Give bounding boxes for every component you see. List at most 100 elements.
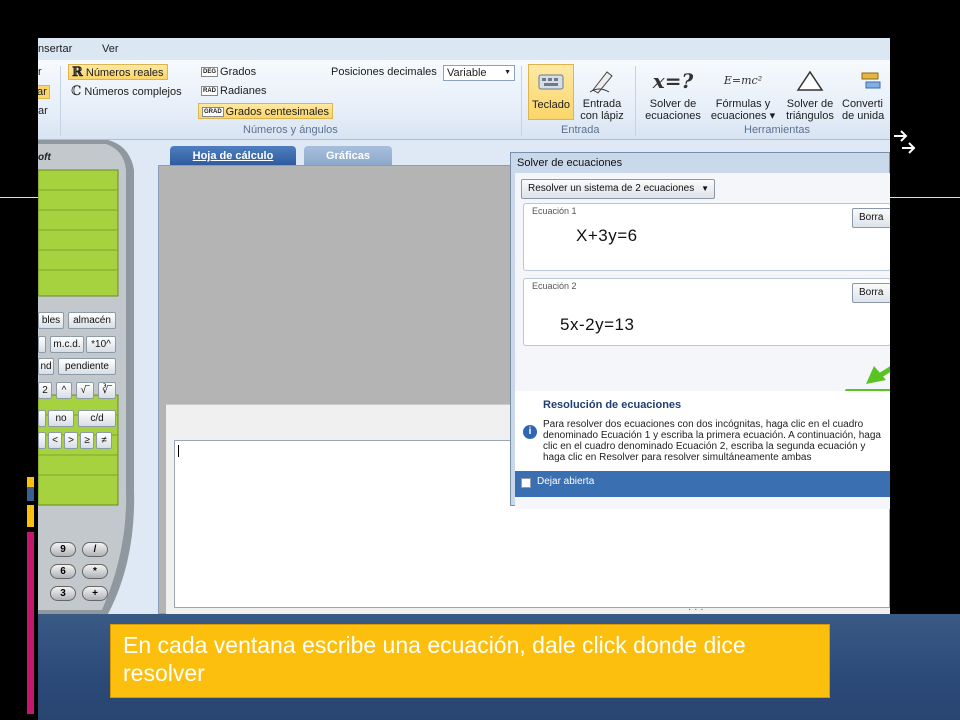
clear-equation-1-button[interactable]: Borra (852, 208, 890, 228)
dialog-footer: Dejar abierta (515, 471, 890, 497)
equation-1-box[interactable]: Ecuación 1 X+3y=6 Borra (523, 203, 890, 271)
calc-button-sqrt[interactable]: √‾ (76, 382, 94, 399)
formulas-label-line1: Fórmulas y (715, 98, 771, 110)
instruction-caption: En cada ventana escribe una ecuación, da… (110, 624, 830, 698)
equation-2-label: Ecuación 2 (532, 281, 577, 291)
calc-button-neq[interactable]: ≠ (96, 432, 112, 449)
help-title: Resolución de ecuaciones (543, 399, 682, 411)
calc-button-power[interactable]: ^ (56, 382, 72, 399)
calc-button-geq[interactable]: ≥ (80, 432, 94, 449)
calc-button-store[interactable]: almacén (68, 312, 116, 329)
triangle-solver-button[interactable]: Solver de triángulos (782, 64, 838, 122)
clear-equation-2-button[interactable]: Borra (852, 283, 890, 303)
ribbon-separator (635, 66, 636, 136)
radians-label: Radianes (220, 85, 267, 97)
calc-button-greater[interactable]: > (64, 432, 78, 449)
solver-mode-value: Resolver un sistema de 2 ecuaciones (528, 183, 695, 194)
calc-button-exp10[interactable]: *10^ (86, 336, 116, 353)
triangle-icon (782, 64, 838, 98)
real-numbers-label: Números reales (85, 67, 164, 79)
keyboard-icon (529, 65, 573, 99)
calc-button-less[interactable]: < (48, 432, 62, 449)
pen-label-line2: con lápiz (580, 110, 624, 122)
calc-key-plus[interactable]: + (82, 586, 108, 601)
calc-button-round[interactable]: nd (38, 358, 54, 375)
green-arrow-icon (866, 366, 890, 384)
ribbon-fragment[interactable]: r (38, 66, 42, 78)
pen-input-button[interactable]: Entrada con lápiz (578, 64, 626, 122)
tab-worksheet[interactable]: Hoja de cálculo (170, 146, 296, 166)
calc-key-6[interactable]: 6 (50, 564, 76, 579)
calc-key-divide[interactable]: / (82, 542, 108, 557)
equation-1-value: X+3y=6 (576, 226, 638, 245)
calc-key-multiply[interactable]: * (82, 564, 108, 579)
chevron-down-icon: ▼ (504, 69, 511, 76)
formulas-label-line2: ecuaciones ▾ (710, 110, 776, 122)
calc-button-cbrt[interactable]: ∛‾ (98, 382, 116, 399)
app-screenshot: nsertar Ver r ar ar ℝ Números reales ℂ N… (38, 38, 890, 614)
group-label-numbers: Números y ángulos (243, 124, 338, 136)
pen-icon (578, 64, 626, 98)
deco-stripe-blue (27, 487, 34, 501)
keep-open-checkbox[interactable] (521, 478, 531, 488)
instruction-text: En cada ventana escribe una ecuación, da… (123, 632, 746, 686)
ribbon-fragment[interactable]: ar (38, 105, 48, 117)
deco-stripe-yellow-2 (27, 505, 34, 527)
calc-button-variables[interactable]: bles (38, 312, 64, 329)
calculator-brand: oft (38, 152, 51, 163)
decimal-places-select[interactable]: Variable ▼ (443, 65, 515, 81)
group-label-input: Entrada (561, 124, 600, 136)
ribbon: r ar ar ℝ Números reales ℂ Números compl… (38, 60, 890, 140)
triangle-label-line2: triángulos (786, 110, 834, 122)
menu-item-view[interactable]: Ver (102, 43, 119, 55)
formulas-button[interactable]: E=mc² Fórmulas y ecuaciones ▾ (710, 64, 776, 123)
resize-handle-icon[interactable]: · · · (688, 604, 704, 614)
decimal-places-label: Posiciones decimales (331, 66, 437, 78)
complex-numbers-icon: ℂ (71, 84, 82, 99)
grad-icon: GRAD (202, 107, 224, 118)
menu-item-insert[interactable]: nsertar (38, 43, 72, 55)
convert-label-line2: de unida (842, 110, 885, 122)
calc-button-partial-2[interactable] (38, 410, 46, 427)
calc-button-fraction[interactable]: c/d (78, 410, 116, 427)
complex-numbers-button[interactable]: ℂ Números complejos (68, 84, 185, 100)
decimal-places-value: Variable (447, 67, 487, 79)
degrees-label: Grados (220, 66, 257, 78)
equation-2-box[interactable]: Ecuación 2 5x-2y=13 Borra (523, 278, 890, 346)
calc-button-not[interactable]: no (48, 410, 74, 427)
equation-solver-icon: x=? (652, 69, 694, 93)
calc-button-partial[interactable] (38, 336, 46, 353)
degrees-button[interactable]: DEG Grados (198, 64, 259, 80)
tab-graphs-label: Gráficas (325, 150, 371, 162)
convert-label-line1: Converti (842, 98, 883, 110)
equation-solver-button[interactable]: x=? Solver de ecuaciones (642, 64, 704, 122)
calc-key-3[interactable]: 3 (50, 586, 76, 601)
calculator-panel: oft bles almacén m.c.d. *10^ nd pendient… (38, 140, 138, 614)
group-label-tools: Herramientas (744, 124, 811, 136)
rad-icon: RAD (201, 86, 218, 97)
solver-mode-select[interactable]: Resolver un sistema de 2 ecuaciones ▼ (521, 179, 715, 199)
unit-converter-button[interactable]: Converti de unida (842, 64, 890, 122)
equation-2-value: 5x-2y=13 (560, 315, 635, 334)
calc-key-9[interactable]: 9 (50, 542, 76, 557)
calc-button-slope[interactable]: pendiente (58, 358, 116, 375)
triangle-label-line1: Solver de (786, 98, 834, 110)
help-panel: Resolución de ecuaciones i Para resolver… (515, 391, 890, 471)
gradians-label: Grados centesimales (225, 106, 329, 118)
calc-button-gcd[interactable]: m.c.d. (50, 336, 84, 353)
equation-solver-dialog: Solver de ecuaciones Resolver un sistema… (510, 152, 890, 509)
calc-button-square[interactable]: 2 (38, 382, 52, 399)
calc-button-partial-3[interactable] (38, 432, 46, 449)
pen-label-line1: Entrada (582, 98, 622, 110)
chevron-down-icon: ▼ (701, 184, 709, 193)
slide-arrows-icon (894, 130, 916, 154)
unit-converter-icon (842, 64, 890, 98)
gradians-button[interactable]: GRAD Grados centesimales (198, 103, 333, 119)
solver-label-line1: Solver de (649, 98, 697, 110)
real-numbers-button[interactable]: ℝ Números reales (68, 64, 168, 80)
keyboard-button[interactable]: Teclado (528, 64, 574, 120)
tab-graphs[interactable]: Gráficas (304, 146, 392, 166)
ribbon-fragment-selected[interactable]: ar (38, 85, 50, 99)
dialog-title: Solver de ecuaciones (517, 157, 623, 169)
radians-button[interactable]: RAD Radianes (198, 83, 269, 99)
